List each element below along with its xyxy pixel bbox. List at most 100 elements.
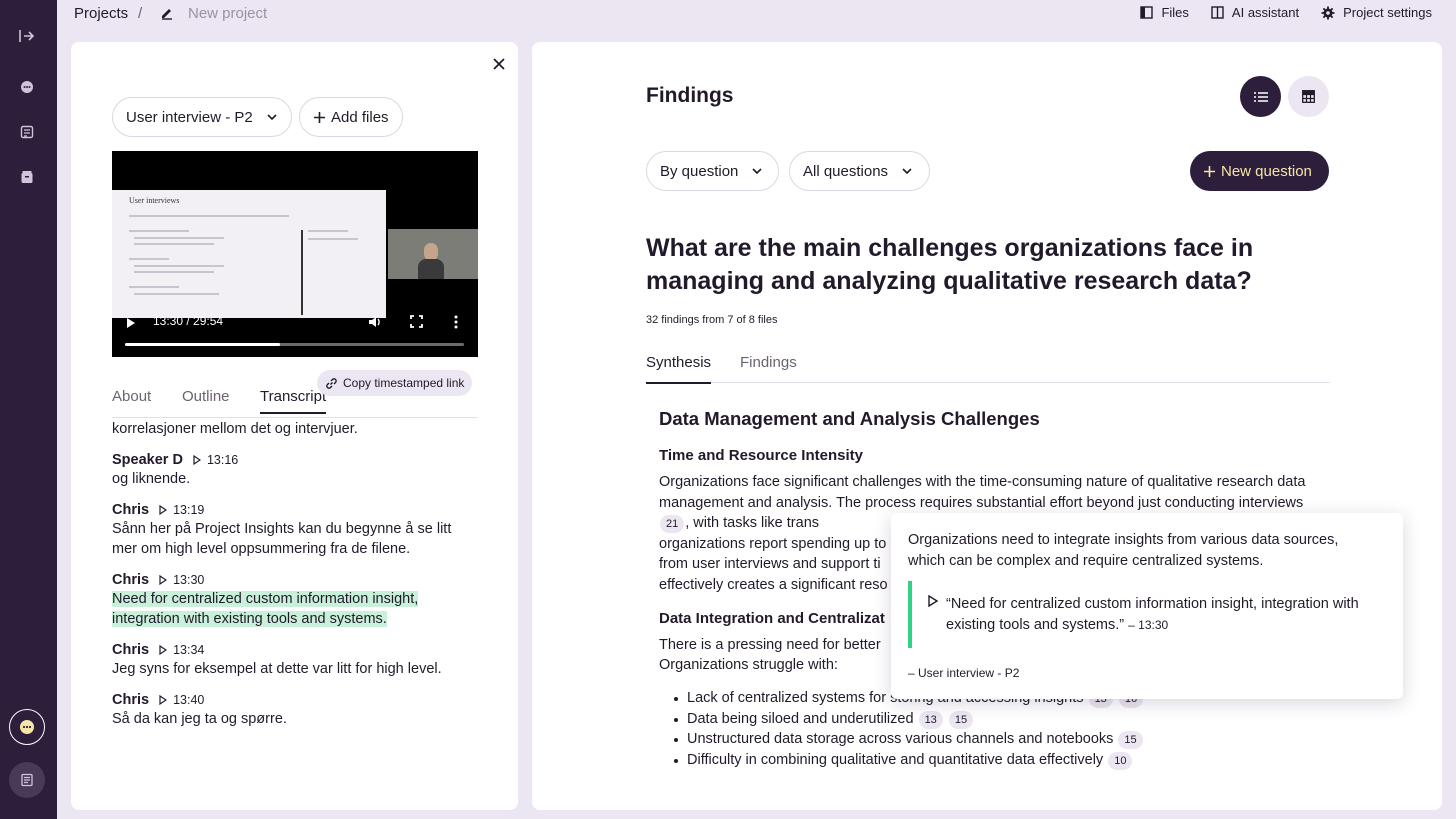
files-button[interactable]: Files <box>1140 5 1189 20</box>
collapse-sidebar-icon[interactable] <box>16 25 38 47</box>
file-select-dropdown[interactable]: User interview - P2 <box>112 97 292 137</box>
chat-nav-icon[interactable] <box>16 76 38 98</box>
timestamp-button[interactable]: 13:19 <box>159 503 204 517</box>
new-question-label: New question <box>1221 162 1312 180</box>
fullscreen-icon[interactable] <box>410 315 423 328</box>
project-settings-label: Project settings <box>1343 5 1432 20</box>
list-item: Data being siloed and underutilized 13 1… <box>659 709 1319 730</box>
findings-count: 32 findings from 7 of 8 files <box>646 314 778 326</box>
timestamp: 13:40 <box>173 693 205 707</box>
citation-badge[interactable]: 15 <box>948 710 974 729</box>
tab-outline[interactable]: Outline <box>182 388 230 405</box>
video-time: 13:30 / 29:54 <box>153 314 224 328</box>
transcript-text: og liknende. <box>112 471 191 487</box>
tab-synthesis[interactable]: Synthesis <box>646 354 712 384</box>
play-icon <box>159 645 168 655</box>
speaker-name: Speaker D <box>112 452 183 468</box>
list-item-text: Data being siloed and underutilized <box>687 710 914 727</box>
breadcrumb-current[interactable]: New project <box>188 5 267 22</box>
archive-nav-icon[interactable] <box>16 166 38 188</box>
synthesis-heading: Data Management and Analysis Challenges <box>659 408 1040 429</box>
popover-source[interactable]: – User interview - P2 <box>908 666 1019 680</box>
add-files-label: Add files <box>331 108 389 126</box>
paragraph-text: Organizations struggle with: <box>659 657 838 674</box>
timestamp-button[interactable]: 13:30 <box>159 573 204 587</box>
breadcrumb-separator: / <box>138 5 143 22</box>
citation-badge[interactable]: 15 <box>1118 731 1143 750</box>
project-settings-button[interactable]: Project settings <box>1321 5 1432 20</box>
new-question-button[interactable]: New question <box>1190 151 1329 191</box>
edit-icon[interactable] <box>160 6 174 20</box>
list-view-button[interactable] <box>1240 76 1281 117</box>
video-player[interactable]: User interviews 13:30 / 29:54 <box>112 151 478 357</box>
chevron-down-icon <box>902 168 912 174</box>
transcript-entry-header: Chris 13:34 <box>112 642 478 658</box>
video-screen-title: User interviews <box>129 196 180 205</box>
video-controls: 13:30 / 29:54 <box>112 307 478 357</box>
group-by-dropdown[interactable]: By question <box>646 151 779 191</box>
paragraph-text: organizations report spending up to <box>659 535 887 552</box>
video-progress-fill <box>125 343 280 346</box>
quote-timestamp: – 13:30 <box>1128 617 1169 632</box>
files-label: Files <box>1161 5 1189 20</box>
more-options-icon[interactable] <box>454 315 458 329</box>
volume-icon[interactable] <box>368 315 382 329</box>
popover-quote[interactable]: “Need for centralized custom information… <box>946 594 1366 635</box>
transcript-entry-header: Chris 13:19 <box>112 502 478 518</box>
citation-popover: Organizations need to integrate insights… <box>891 513 1403 699</box>
paragraph-text: from user interviews and support ti <box>659 556 881 573</box>
citation-badge[interactable]: 10 <box>1108 752 1133 771</box>
play-icon[interactable] <box>126 317 136 329</box>
top-bar: Projects / New project Files AI assistan… <box>57 0 1456 30</box>
ai-assistant-label: AI assistant <box>1231 5 1300 20</box>
popover-finding-text: Organizations need to integrate insights… <box>908 532 1339 569</box>
paragraph-text: , with tasks like trans <box>685 515 820 532</box>
list-item-text: Unstructured data storage across various… <box>687 731 1114 748</box>
play-icon <box>159 575 168 585</box>
timestamp-button[interactable]: 13:34 <box>159 643 204 657</box>
transcript-text: korrelasjoner mellom det og intervjuer. <box>112 421 358 437</box>
files-panel-icon <box>1140 6 1154 19</box>
table-icon <box>1302 90 1315 103</box>
documents-nav-icon[interactable] <box>16 121 38 143</box>
timestamp: 13:34 <box>173 643 205 657</box>
speaker-name: Chris <box>112 692 150 708</box>
play-icon[interactable] <box>928 595 938 607</box>
tab-about[interactable]: About <box>112 388 151 405</box>
assistant-chat-button[interactable] <box>9 709 45 745</box>
notes-button[interactable] <box>9 762 45 798</box>
questions-filter-dropdown[interactable]: All questions <box>789 151 930 191</box>
timestamp-button[interactable]: 13:16 <box>193 453 238 467</box>
video-progress-track[interactable] <box>125 343 464 346</box>
ai-assistant-button[interactable]: AI assistant <box>1211 5 1299 20</box>
timestamp: 13:16 <box>206 453 239 467</box>
speaker-name: Chris <box>112 572 150 588</box>
paragraph-text: effectively creates a significant reso <box>659 576 888 593</box>
citation-badge[interactable]: 21 <box>660 515 685 534</box>
tab-findings[interactable]: Findings <box>740 354 797 371</box>
timestamp: 13:30 <box>173 573 205 587</box>
file-select-label: User interview - P2 <box>126 108 253 126</box>
page-title: Findings <box>646 84 734 107</box>
transcript-text-highlighted: Need for centralized custom information … <box>112 589 478 629</box>
list-item: Unstructured data storage across various… <box>659 729 1319 750</box>
add-files-button[interactable]: Add files <box>299 97 403 137</box>
list-icon <box>1253 91 1268 102</box>
tab-transcript[interactable]: Transcript <box>260 388 327 414</box>
group-by-label: By question <box>660 162 739 180</box>
list-item: Difficulty in combining qualitative and … <box>659 750 1319 771</box>
play-icon <box>193 455 201 465</box>
highlighted-quote[interactable]: Need for centralized custom information … <box>112 591 419 627</box>
chevron-down-icon <box>267 114 277 120</box>
timestamp-button[interactable]: 13:40 <box>159 693 204 707</box>
copy-timestamped-link-button[interactable]: Copy timestamped link <box>317 370 473 396</box>
copy-link-label: Copy timestamped link <box>343 376 465 390</box>
play-icon <box>159 695 168 705</box>
questions-filter-label: All questions <box>803 162 889 180</box>
challenge-list: Lack of centralized systems for storing … <box>659 688 1319 771</box>
close-icon[interactable] <box>489 54 509 74</box>
table-view-button[interactable] <box>1288 76 1329 117</box>
gear-icon <box>1321 6 1335 19</box>
citation-badge[interactable]: 13 <box>918 710 943 729</box>
breadcrumb-projects[interactable]: Projects <box>74 5 128 22</box>
